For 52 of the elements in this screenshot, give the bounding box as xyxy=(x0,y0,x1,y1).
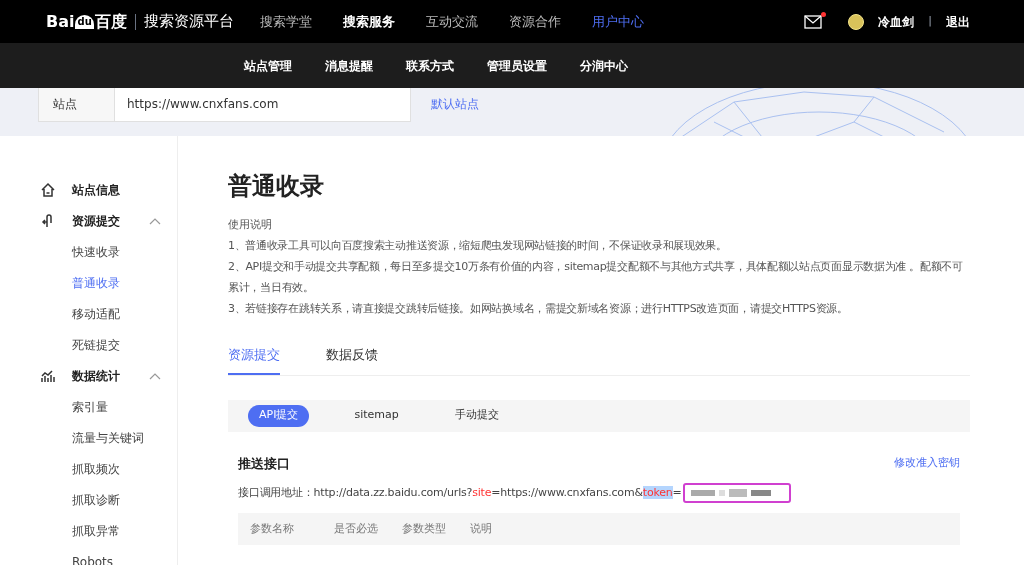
sidebar-group[interactable]: 资源提交 xyxy=(72,211,120,230)
site-selector[interactable]: 站点 https://www.cnxfans.com xyxy=(38,86,411,122)
home-icon xyxy=(40,181,56,198)
nav-tab[interactable]: 互动交流 xyxy=(425,11,478,32)
sub-nav-item[interactable]: 消息提醒 xyxy=(325,56,373,75)
sidebar-item[interactable]: Robots xyxy=(40,546,161,565)
sidebar-item[interactable]: 抓取频次 xyxy=(40,453,161,484)
sidebar-item[interactable]: 普通收录 xyxy=(40,267,161,298)
sidebar-item[interactable]: 流量与关键词 xyxy=(40,422,161,453)
separator: | xyxy=(928,13,932,30)
sub-nav-item[interactable]: 分润中心 xyxy=(580,56,628,75)
chevron-icon[interactable] xyxy=(149,371,161,380)
chevron-icon[interactable] xyxy=(149,216,161,225)
column-header: 参数类型 xyxy=(402,520,447,537)
sidebar-group[interactable]: 数据统计 xyxy=(72,366,120,385)
method-tab[interactable]: 手动提交 xyxy=(443,404,510,427)
sidebar-group[interactable]: 站点信息 xyxy=(72,180,120,199)
page-title: 普通收录 xyxy=(228,171,325,202)
column-header: 说明 xyxy=(470,520,492,537)
mail-icon[interactable] xyxy=(804,14,823,29)
sidebar-item[interactable]: 索引量 xyxy=(40,391,161,422)
instructions-title: 使用说明 xyxy=(228,217,273,233)
instruction-text: 3、若链接存在跳转关系，请直接提交跳转后链接。如网站换域名，需提交新域名资源；进行HTTPS改造页面，请提交HTTPS资源。 xyxy=(228,301,849,317)
nav-tab[interactable]: 搜索学堂 xyxy=(259,11,312,32)
column-header: 是否必选 xyxy=(334,520,379,537)
sub-nav-item[interactable]: 站点管理 xyxy=(244,56,292,75)
sidebar-item[interactable]: 抓取诊断 xyxy=(40,484,161,515)
tab[interactable]: 资源提交 xyxy=(228,345,280,375)
avatar[interactable] xyxy=(848,13,865,30)
modify-key-link[interactable]: 修改准入密钥 xyxy=(894,455,960,472)
column-header: 参数名称 xyxy=(250,520,295,537)
section-title: 推送接口 xyxy=(238,454,290,473)
sub-nav-item[interactable]: 联系方式 xyxy=(406,56,454,75)
instruction-text: 1、普通收录工具可以向百度搜索主动推送资源，缩短爬虫发现网站链接的时间，不保证收录和展现效果。 xyxy=(228,238,728,254)
nav-tab[interactable]: 资源合作 xyxy=(508,11,561,32)
logout-link[interactable]: 退出 xyxy=(946,12,970,31)
instruction-text: 2、API提交和手动提交共享配额，每日至多提交10万条有价值的内容，sitemap提交配额不与其他方式共享，具体配额以站点页面显示数据为准 。配额不可累计，当日有效。 xyxy=(228,259,964,296)
sidebar-item[interactable]: 抓取异常 xyxy=(40,515,161,546)
chart-icon xyxy=(40,367,56,384)
sidebar-item[interactable]: 快速收录 xyxy=(40,236,161,267)
platform-title: 搜索资源平台 xyxy=(143,11,234,33)
method-tab[interactable]: API提交 xyxy=(248,404,310,427)
nav-tab[interactable]: 搜索服务 xyxy=(342,11,395,32)
nav-tab[interactable]: 用户中心 xyxy=(591,11,644,32)
sub-nav-item[interactable]: 管理员设置 xyxy=(487,56,547,75)
method-tab[interactable]: sitemap xyxy=(343,404,410,427)
default-site-link[interactable]: 默认站点 xyxy=(431,95,479,113)
api-url: 接口调用地址：http://data.zz.baidu.com/urls?site=https://www.cnxfans.com&token= xyxy=(238,484,682,501)
sidebar-item[interactable]: 死链提交 xyxy=(40,329,161,360)
sidebar-item[interactable]: 移动适配 xyxy=(40,298,161,329)
username[interactable]: 冷血剑 xyxy=(878,12,915,31)
tab[interactable]: 数据反馈 xyxy=(326,345,378,375)
